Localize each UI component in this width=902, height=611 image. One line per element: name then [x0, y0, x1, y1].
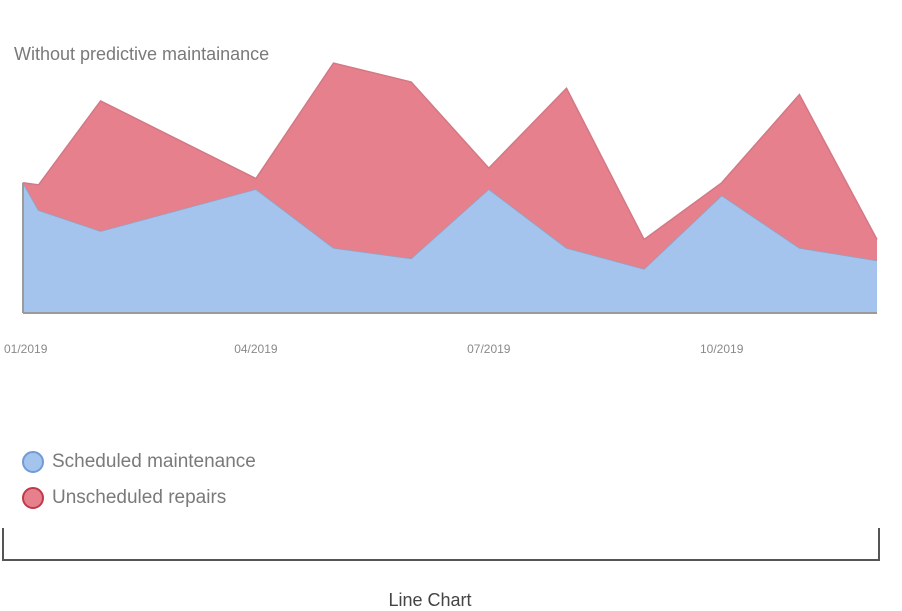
legend-label-scheduled: Scheduled maintenance — [52, 451, 256, 472]
frame-bracket — [2, 528, 880, 561]
legend-label-unscheduled: Unscheduled repairs — [52, 487, 227, 508]
area-chart: 01/2019 04/2019 07/2019 10/2019 — [4, 62, 878, 356]
x-tick-label-3: 10/2019 — [700, 342, 744, 356]
x-tick-label-1: 04/2019 — [234, 342, 278, 356]
x-axis-ticks: 01/2019 04/2019 07/2019 10/2019 — [4, 342, 744, 356]
legend-item-scheduled[interactable]: Scheduled maintenance — [22, 444, 256, 480]
chart-caption: Line Chart — [388, 590, 472, 610]
x-tick-label-2: 07/2019 — [467, 342, 511, 356]
chart-areas — [22, 62, 878, 313]
legend-swatch-unscheduled — [22, 487, 44, 509]
x-tick-label-0: 01/2019 — [4, 342, 48, 356]
legend: Scheduled maintenance Unscheduled repair… — [22, 444, 256, 516]
legend-swatch-scheduled — [22, 451, 44, 473]
legend-item-unscheduled[interactable]: Unscheduled repairs — [22, 480, 256, 516]
